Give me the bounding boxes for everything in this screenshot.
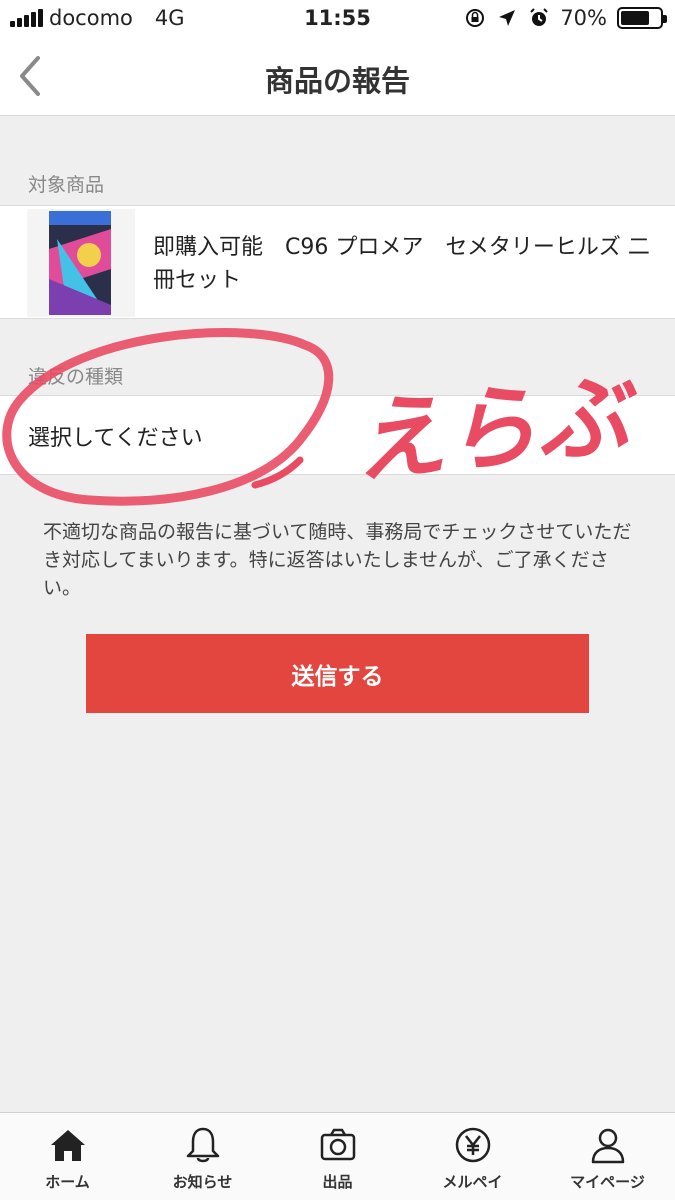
product-name: 即購入可能 C96 プロメア セメタリーヒルズ 二冊セット <box>153 235 650 293</box>
battery-icon <box>617 7 667 29</box>
orientation-lock-icon <box>466 9 485 27</box>
tab-mypage[interactable]: マイページ <box>540 1113 675 1200</box>
violation-type-select[interactable]: 選択してください <box>0 395 675 475</box>
navigation-header: 商品の報告 <box>0 38 675 116</box>
tab-sell[interactable]: 出品 <box>270 1113 405 1200</box>
person-icon <box>591 1128 625 1164</box>
status-right: 70% <box>464 6 667 30</box>
bell-icon <box>186 1127 220 1163</box>
notice-text: 不適切な商品の報告に基づいて随時、事務局でチェックさせていただき対応してまいりま… <box>43 521 632 599</box>
tab-label: マイページ <box>570 1173 645 1191</box>
product-thumbnail <box>27 209 135 317</box>
product-card[interactable]: 即購入可能 C96 プロメア セメタリーヒルズ 二冊セット <box>0 205 675 319</box>
tab-bar: ホーム お知らせ 出品 メルペイ マイページ <box>0 1112 675 1200</box>
tab-notifications[interactable]: お知らせ <box>135 1113 270 1200</box>
yen-icon <box>455 1127 491 1163</box>
home-icon <box>51 1130 85 1161</box>
tab-label: 出品 <box>322 1173 353 1191</box>
violation-type-label: 違反の種類 <box>28 366 124 388</box>
tab-home[interactable]: ホーム <box>0 1113 135 1200</box>
product-image <box>49 211 111 315</box>
page-title: 商品の報告 <box>264 64 410 98</box>
status-bar: docomo 4G 11:55 70% <box>0 0 675 38</box>
camera-icon <box>320 1128 356 1161</box>
tab-label: お知らせ <box>172 1173 233 1191</box>
target-product-label: 対象商品 <box>28 174 105 196</box>
battery-percent: 70% <box>560 6 607 30</box>
violation-type-placeholder: 選択してください <box>28 426 203 451</box>
location-icon <box>499 10 516 26</box>
alarm-icon <box>530 8 549 26</box>
tab-label: ホーム <box>45 1173 90 1191</box>
tab-label: メルペイ <box>442 1173 503 1191</box>
tab-merpay[interactable]: メルペイ <box>405 1113 540 1200</box>
submit-button[interactable]: 送信する <box>86 634 589 713</box>
